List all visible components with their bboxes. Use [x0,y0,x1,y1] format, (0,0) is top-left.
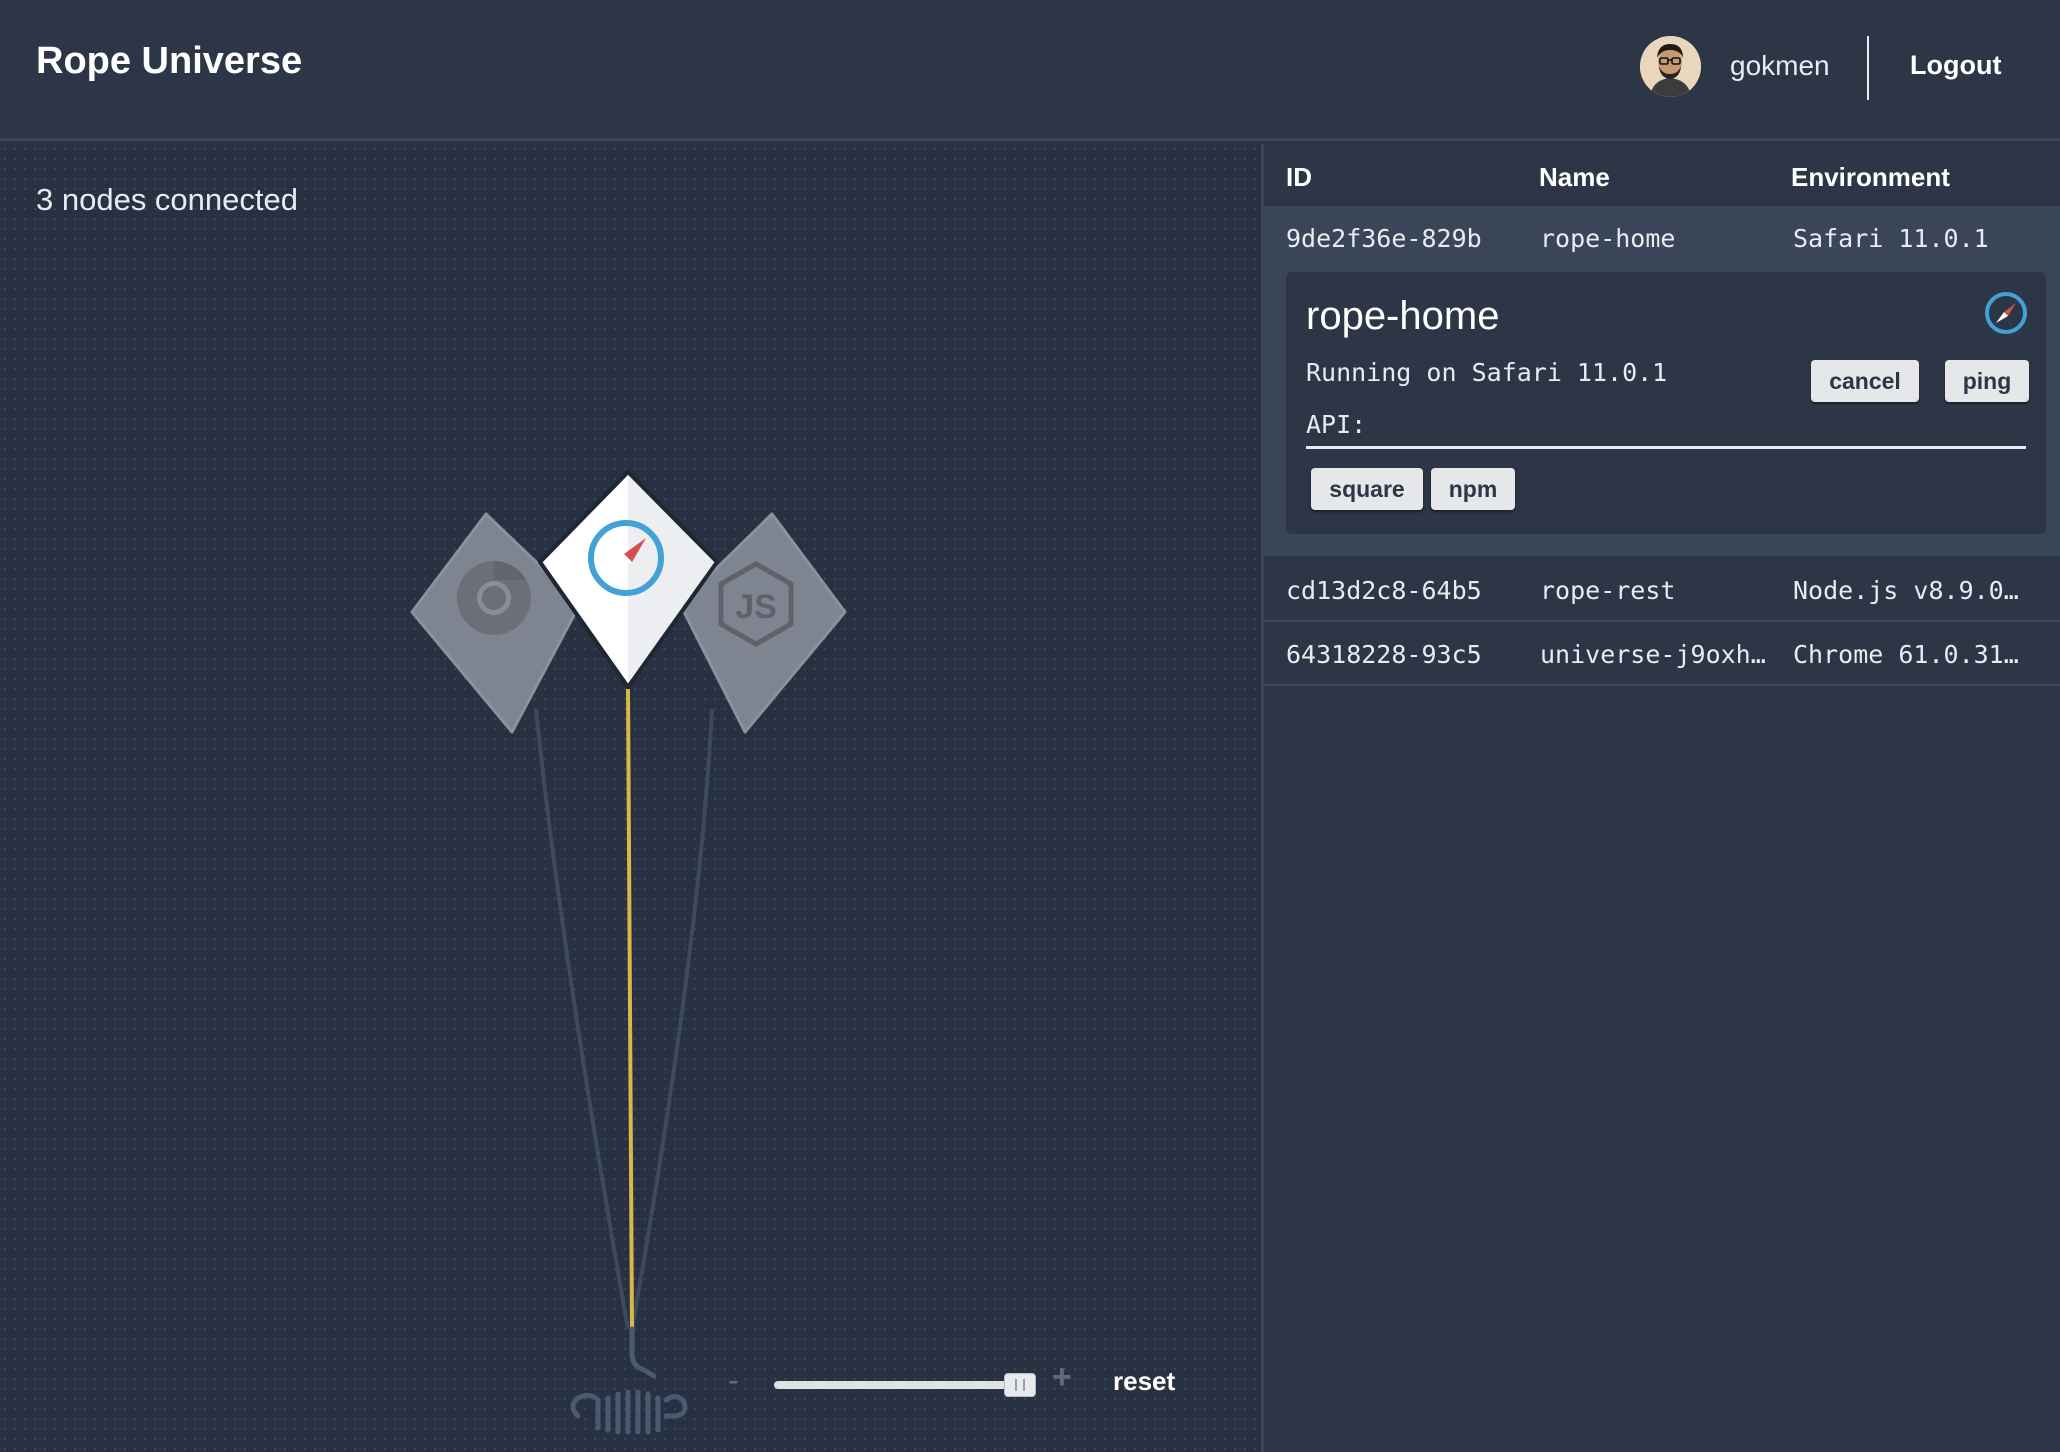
row-environment: Node.js v8.9.0… [1793,576,2019,605]
header-divider [1867,36,1869,100]
zoom-in-button[interactable]: + [1052,1358,1072,1397]
avatar[interactable] [1640,36,1701,97]
row-environment: Chrome 61.0.31… [1793,640,2019,669]
rope-anchor-icon [570,1326,688,1435]
safari-compass-icon [1985,292,2027,334]
detail-title: rope-home [1306,294,1500,338]
row-id: 9de2f36e-829b [1286,224,1482,253]
graph-panel[interactable]: 3 nodes connected JS - + reset [0,144,1261,1452]
reset-zoom-button[interactable]: reset [1113,1366,1175,1397]
column-header-environment[interactable]: Environment [1791,162,1950,193]
svg-text:JS: JS [735,588,777,626]
row-id: 64318228-93c5 [1286,640,1482,669]
logout-button[interactable]: Logout [1910,50,2001,81]
ping-button[interactable]: ping [1945,360,2029,402]
column-header-name[interactable]: Name [1539,162,1610,193]
api-label: API: [1306,410,1367,439]
username: gokmen [1730,50,1830,81]
chrome-icon [457,561,531,635]
row-environment: Safari 11.0.1 [1793,224,1989,253]
table-row[interactable]: 64318228-93c5 universe-j9oxh… Chrome 61.… [1264,622,2060,686]
chrome-rope [534,708,630,1330]
api-divider [1306,446,2026,449]
nodejs-node[interactable]: JS [678,512,847,734]
row-id: cd13d2c8-64b5 [1286,576,1482,605]
column-header-id[interactable]: ID [1286,162,1312,193]
nodes-table-panel: ID Name Environment 9de2f36e-829b rope-h… [1261,144,2060,1452]
node-graph[interactable]: JS [0,144,1261,1452]
row-name: rope-home [1540,224,1676,253]
row-name: universe-j9oxh… [1540,640,1766,669]
api-npm-button[interactable]: npm [1431,468,1515,510]
safari-rope [626,688,634,1330]
zoom-out-button[interactable]: - [728,1362,739,1399]
node-detail-card: rope-home Running on Safari 11.0.1 cance… [1286,272,2046,534]
nodejs-rope [630,708,714,1330]
zoom-slider-thumb[interactable] [1004,1373,1036,1397]
cancel-button[interactable]: cancel [1811,360,1919,402]
api-square-button[interactable]: square [1311,468,1423,510]
detail-running-text: Running on Safari 11.0.1 [1306,358,1668,387]
app-title: Rope Universe [36,40,303,82]
top-header: Rope Universe gokmen Logout [0,0,2060,141]
table-row[interactable]: cd13d2c8-64b5 rope-rest Node.js v8.9.0… [1264,558,2060,622]
safari-node[interactable] [538,470,719,689]
table-row-selected[interactable]: 9de2f36e-829b rope-home Safari 11.0.1 ro… [1264,206,2060,556]
zoom-slider-track[interactable] [774,1381,1034,1389]
row-name: rope-rest [1540,576,1676,605]
